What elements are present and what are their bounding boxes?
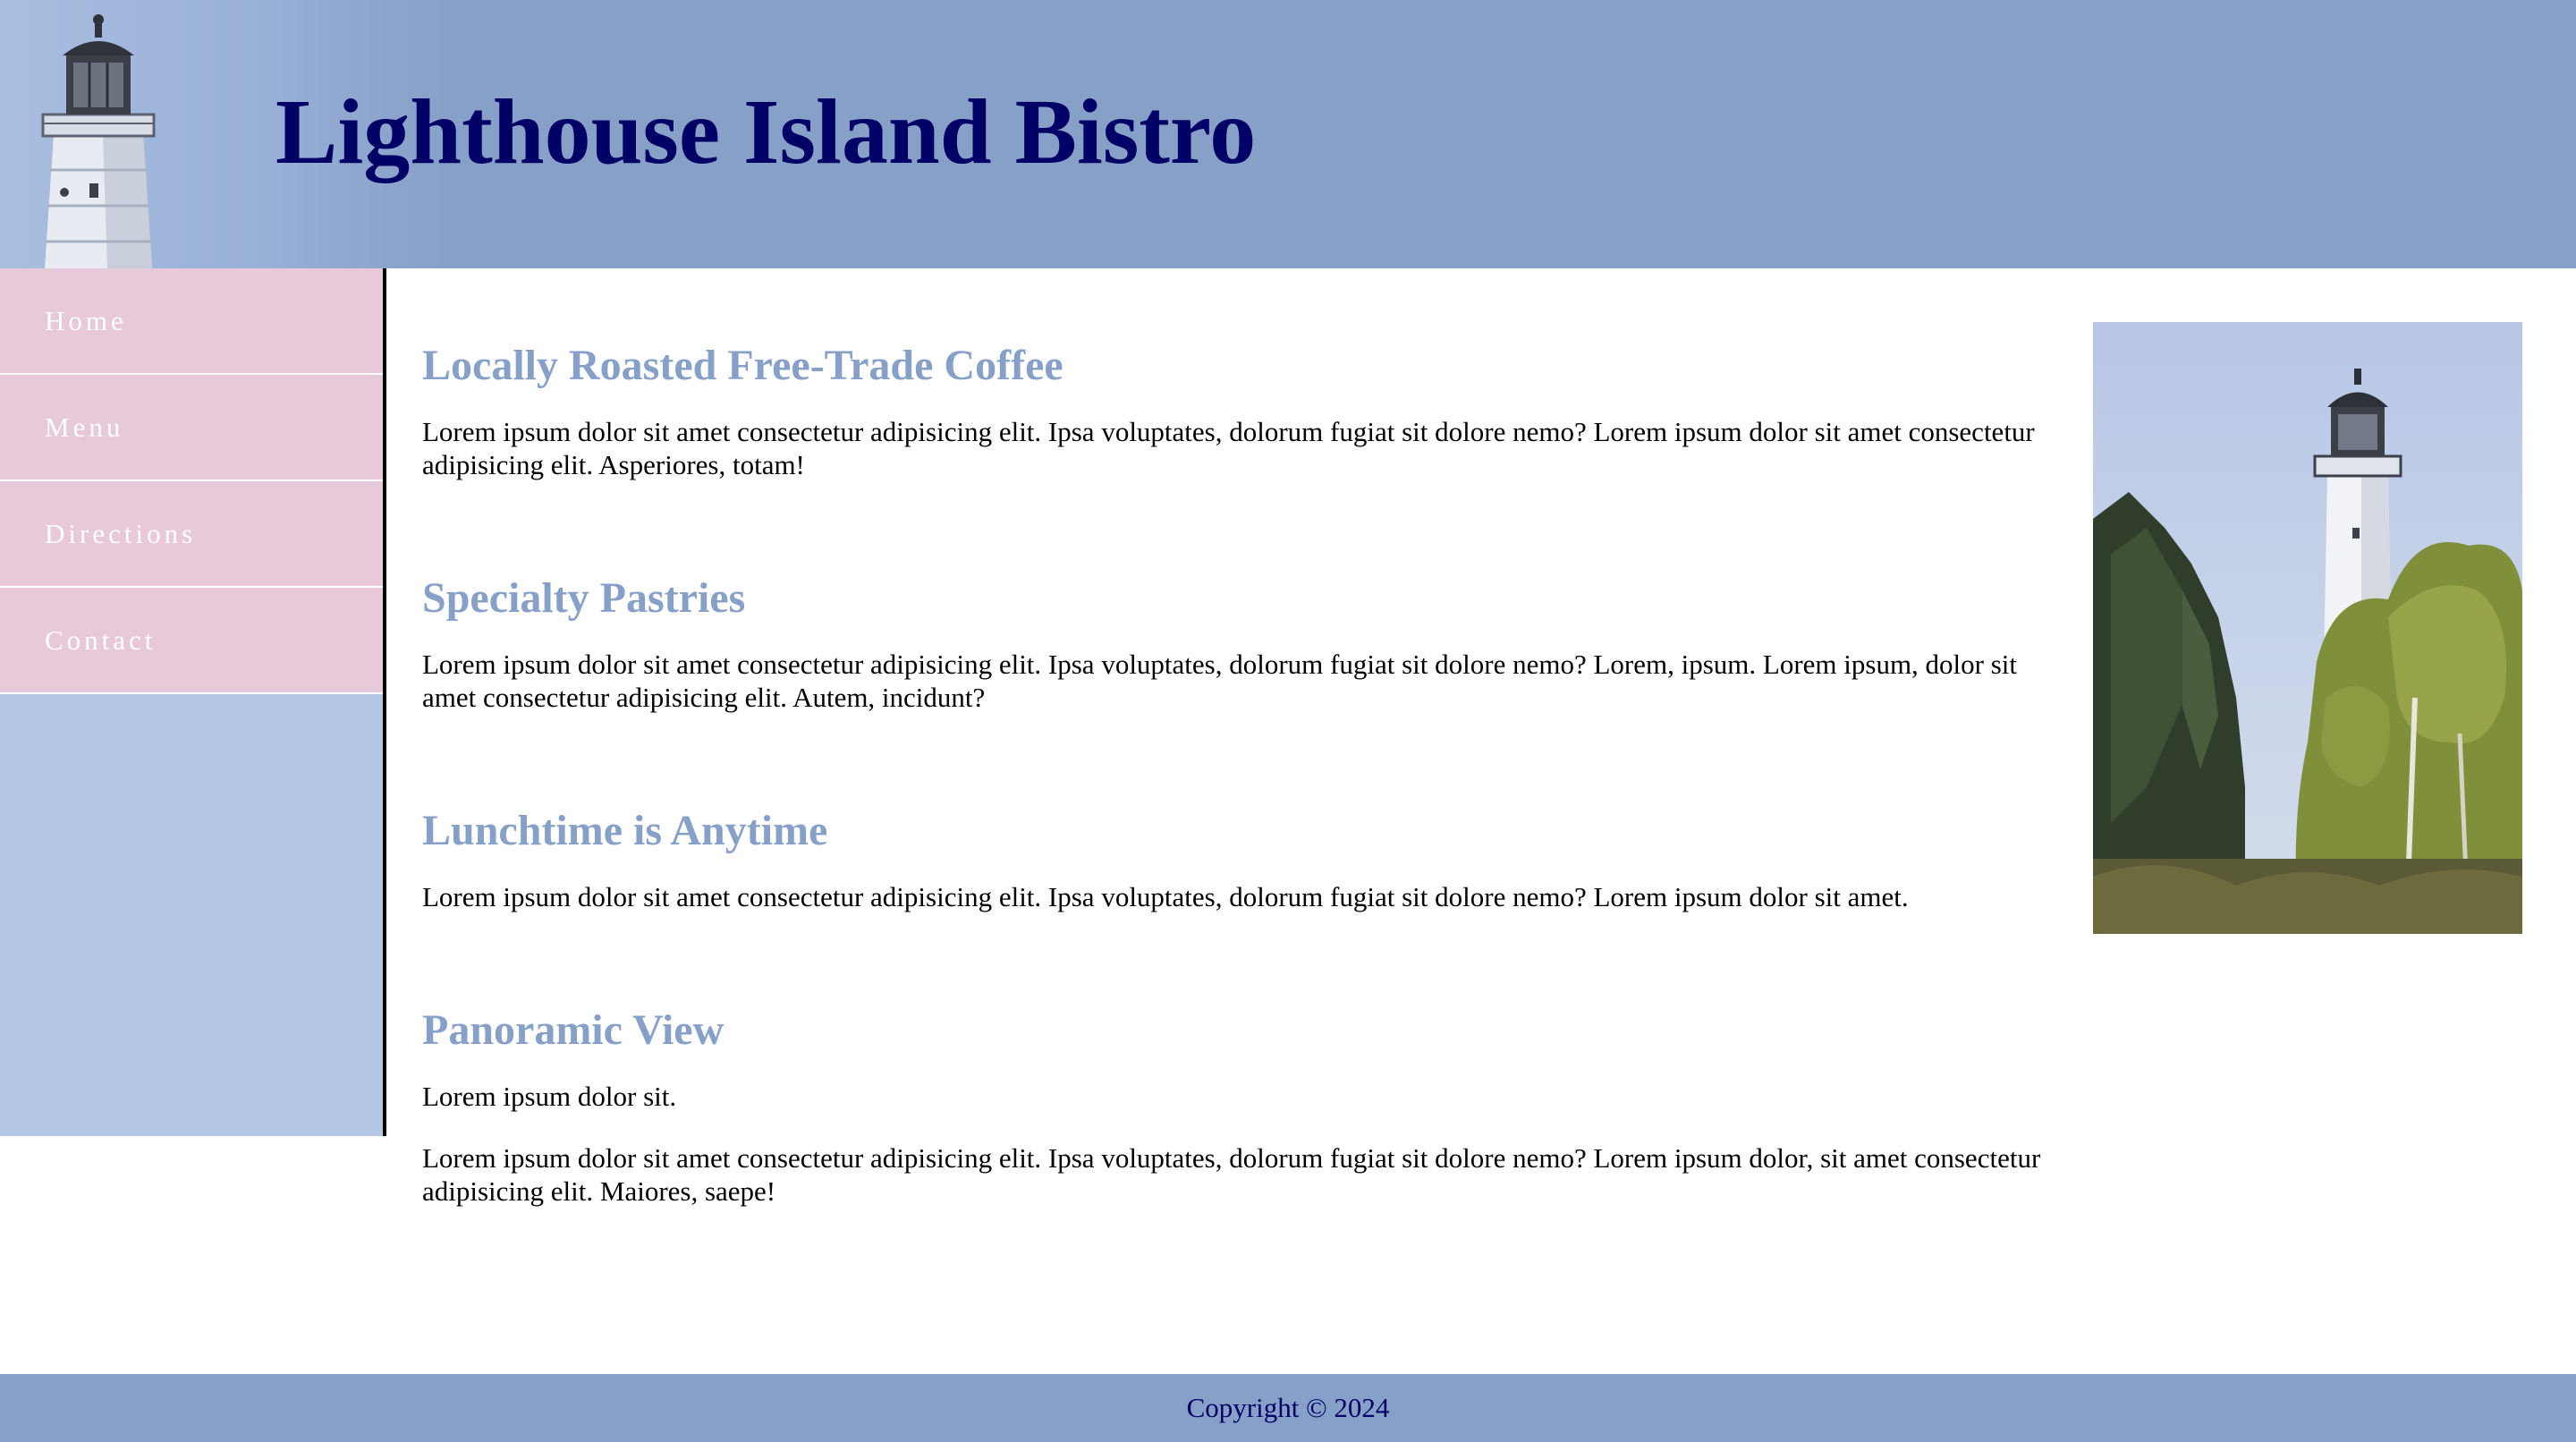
site-footer: Copyright © 2024 [0,1374,2576,1442]
nav-item-directions[interactable]: Directions [0,481,383,588]
section-paragraph: Lorem ipsum dolor sit amet consectetur a… [422,881,1909,912]
section-heading: Locally Roasted Free-Trade Coffee [422,342,1063,389]
nav-item-home[interactable]: Home [0,268,383,375]
copyright-text: Copyright © 2024 [1186,1392,1390,1423]
section-paragraph: Lorem ipsum dolor sit amet consectetur a… [422,416,2035,480]
sidebar: Home Menu Directions Contact [0,268,386,1136]
main-nav: Home Menu Directions Contact [0,268,383,694]
nav-item-contact[interactable]: Contact [0,588,383,694]
section-heading: Lunchtime is Anytime [422,807,828,854]
section-coffee: Locally Roasted Free-Trade Coffee Lorem … [422,336,2050,481]
site-title: Lighthouse Island Bistro [275,81,1257,183]
site-header: Lighthouse Island Bistro [0,0,2576,268]
nav-item-menu[interactable]: Menu [0,375,383,481]
main-content: Locally Roasted Free-Trade Coffee Lorem … [422,322,2050,1208]
lighthouse-photo [2093,322,2522,934]
section-paragraph: Lorem ipsum dolor sit amet consectetur a… [422,1142,2041,1207]
section-panoramic-view: Panoramic View Lorem ipsum dolor sit. Lo… [422,1001,2050,1208]
page: Lighthouse Island Bistro Home Menu Direc… [0,0,2576,1442]
section-heading: Panoramic View [422,1006,724,1054]
section-pastries: Specialty Pastries Lorem ipsum dolor sit… [422,569,2050,714]
section-heading: Specialty Pastries [422,574,746,622]
section-paragraph: Lorem ipsum dolor sit. [422,1081,677,1112]
section-paragraph: Lorem ipsum dolor sit amet consectetur a… [422,649,2018,713]
section-lunchtime: Lunchtime is Anytime Lorem ipsum dolor s… [422,802,2050,913]
